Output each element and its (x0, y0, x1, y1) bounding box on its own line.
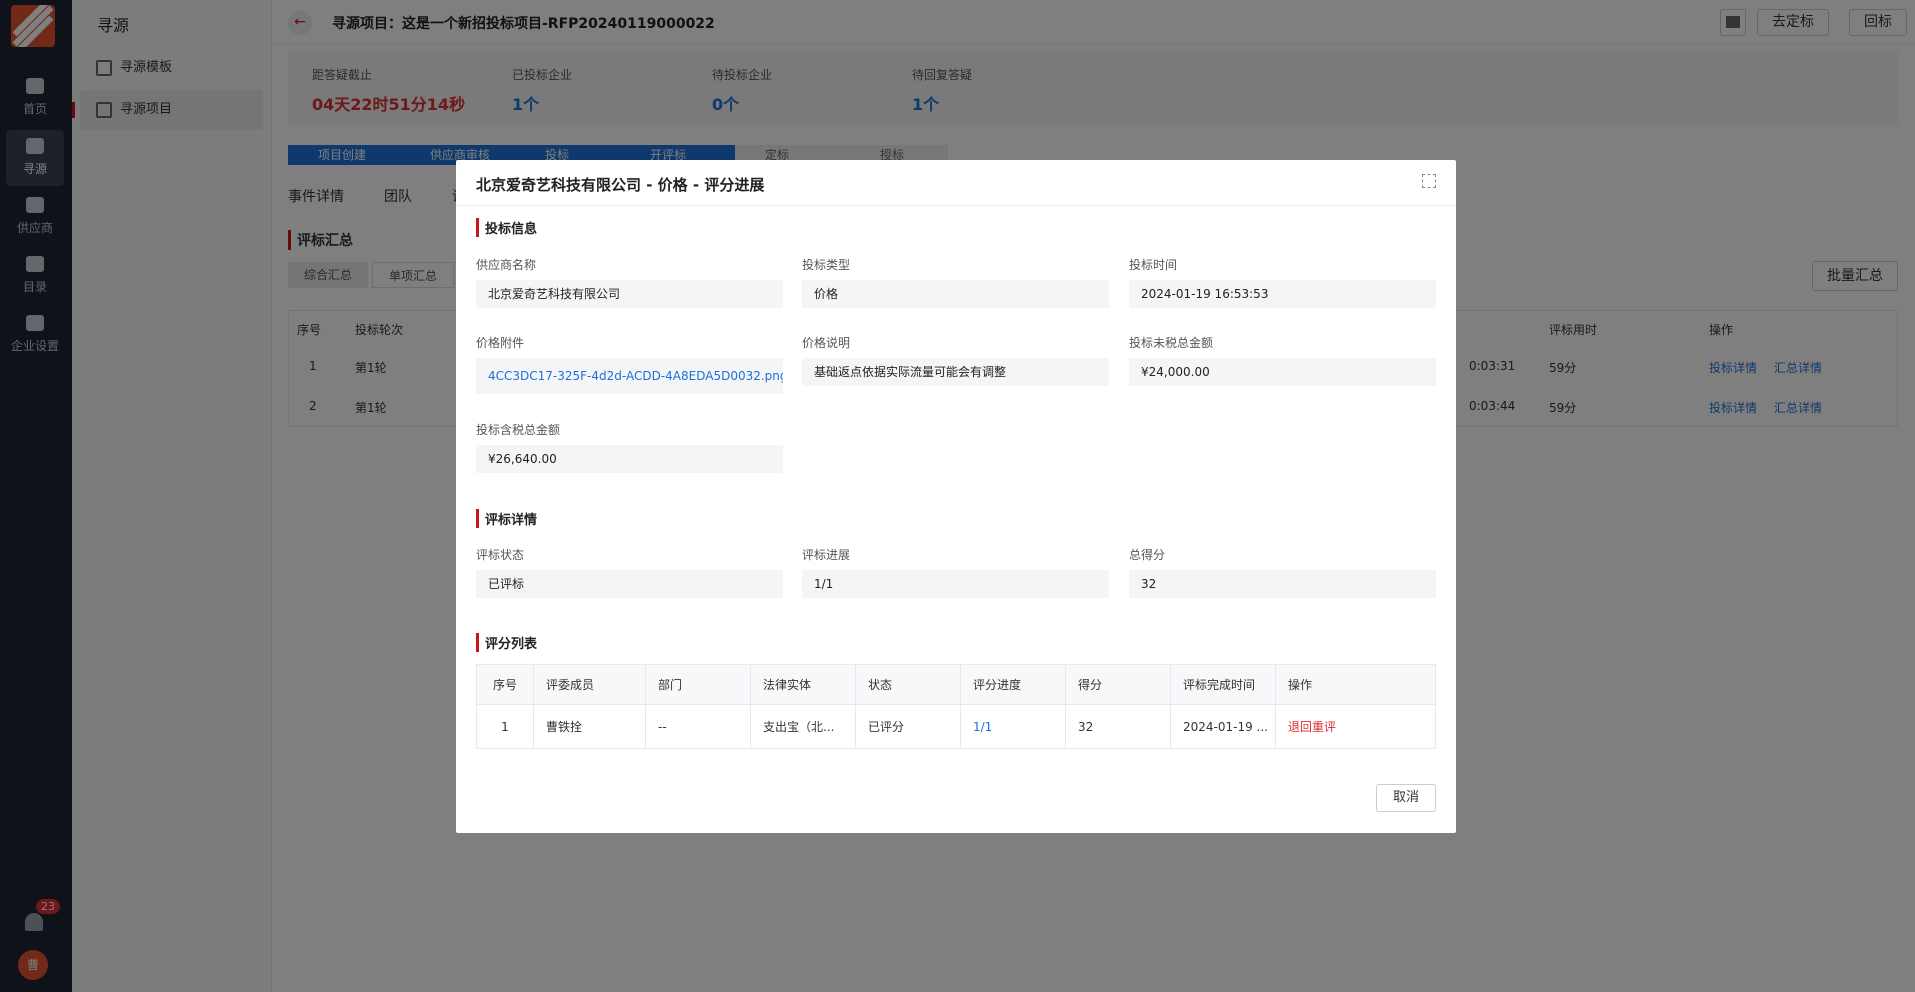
field-label: 供应商名称 (476, 258, 537, 272)
fullscreen-icon[interactable] (1422, 174, 1436, 188)
column-header: 操作 (1275, 664, 1436, 705)
score-progress-modal: 北京爱奇艺科技有限公司 - 价格 - 评分进展 投标信息 供应商名称 北京爱奇艺… (456, 160, 1456, 833)
supplier-name-value: 北京爱奇艺科技有限公司 (476, 280, 783, 308)
table-cell: 32 (1065, 704, 1171, 749)
field-label: 评标进展 (802, 548, 851, 562)
table-cell: 曹铁拴 (533, 704, 646, 749)
column-header: 部门 (645, 664, 751, 705)
column-header: 评标完成时间 (1170, 664, 1276, 705)
field-label: 价格说明 (802, 336, 851, 350)
modal-title: 北京爱奇艺科技有限公司 - 价格 - 评分进展 (476, 176, 765, 194)
column-header: 序号 (476, 664, 534, 705)
bid-type-value: 价格 (802, 280, 1109, 308)
table-cell: 支出宝（北... (750, 704, 856, 749)
eval-details-title: 评标详情 (476, 509, 537, 528)
column-header: 状态 (855, 664, 961, 705)
bid-time-value: 2024-01-19 16:53:53 (1129, 280, 1436, 308)
table-cell: -- (645, 704, 751, 749)
amount-excl-tax-value: ¥24,000.00 (1129, 358, 1436, 386)
field-label: 投标类型 (802, 258, 851, 272)
column-header: 法律实体 (750, 664, 856, 705)
field-label: 投标时间 (1129, 258, 1178, 272)
column-header: 评分进度 (960, 664, 1066, 705)
eval-progress-value: 1/1 (802, 570, 1109, 598)
score-list-title: 评分列表 (476, 633, 537, 652)
eval-status-value: 已评标 (476, 570, 783, 598)
column-header: 得分 (1065, 664, 1171, 705)
field-label: 总得分 (1129, 548, 1166, 562)
table-cell: 已评分 (855, 704, 961, 749)
field-label: 投标未税总金额 (1129, 336, 1214, 350)
amount-incl-tax-value: ¥26,640.00 (476, 445, 783, 473)
total-score-value: 32 (1129, 570, 1436, 598)
price-attachment-link[interactable]: 4CC3DC17-325F-4d2d-ACDD-4A8EDA5D0032.png (476, 358, 783, 394)
table-cell: 1 (476, 704, 534, 749)
bid-info-title: 投标信息 (476, 218, 537, 237)
table-cell: 2024-01-19 ... (1170, 704, 1276, 749)
field-label: 投标含税总金额 (476, 423, 561, 437)
price-note-value: 基础返点依据实际流量可能会有调整 (802, 358, 1109, 386)
table-row: 1 曹铁拴 -- 支出宝（北... 已评分 1/1 32 2024-01-19 … (476, 704, 1436, 749)
column-header: 评委成员 (533, 664, 646, 705)
return-rescore-link[interactable]: 退回重评 (1275, 704, 1436, 749)
cancel-button[interactable]: 取消 (1376, 784, 1436, 812)
score-progress-link[interactable]: 1/1 (960, 704, 1066, 749)
field-label: 价格附件 (476, 336, 525, 350)
field-label: 评标状态 (476, 548, 525, 562)
score-table: 序号 评委成员 部门 法律实体 状态 评分进度 得分 评标完成时间 操作 1 曹… (476, 664, 1436, 749)
modal-header: 北京爱奇艺科技有限公司 - 价格 - 评分进展 (456, 160, 1456, 206)
